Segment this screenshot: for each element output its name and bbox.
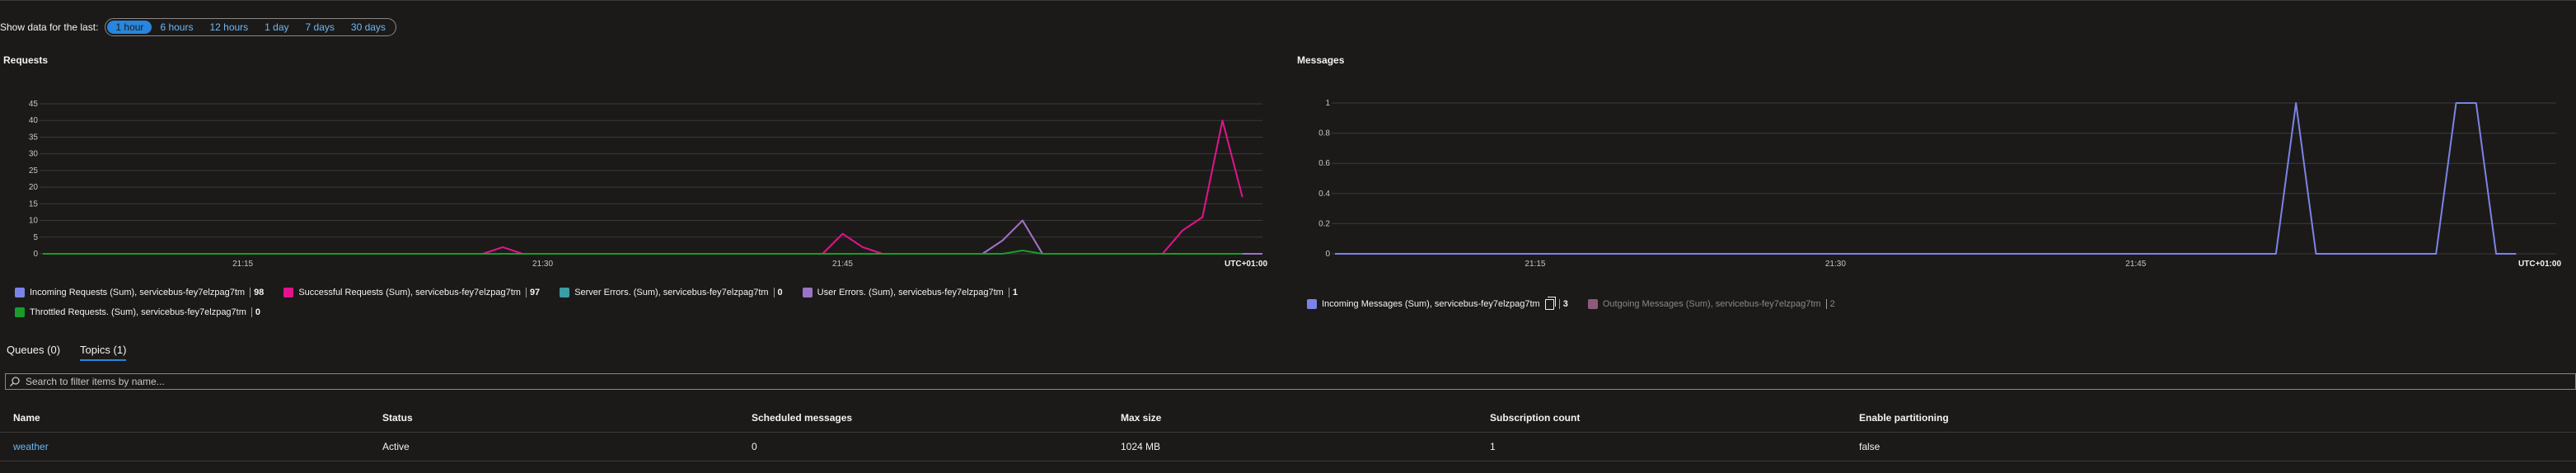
column-header-name[interactable]: Name [0,412,369,424]
legend-swatch [1307,299,1317,309]
topics-table: Name Status Scheduled messages Max size … [0,404,2576,461]
legend-incoming-requests[interactable]: Incoming Requests (Sum), servicebus-fey7… [15,283,264,302]
legend-label: Incoming Messages (Sum), servicebus-fey7… [1322,299,1540,309]
search-icon [10,377,20,386]
y-tick-label: 10 [29,217,39,226]
y-tick-label: 25 [29,166,39,176]
x-tick-label: 21:30 [532,260,553,269]
time-range-1-hour[interactable]: 1 hour [107,21,152,34]
legend-swatch [15,288,25,297]
cell-status: Active [382,441,410,452]
copy-icon[interactable] [1544,296,1556,310]
legend-label: Incoming Requests (Sum), servicebus-fey7… [30,288,246,297]
time-range-1-day[interactable]: 1 day [256,21,297,34]
cell-enable-partitioning: false [1859,441,1880,452]
legend-separator [1825,299,1827,309]
legend-server-errors[interactable]: Server Errors. (Sum), servicebus-fey7elz… [560,283,783,302]
legend-value: 3 [1562,299,1568,309]
tab-topics[interactable]: Topics (1) [80,340,127,361]
y-tick-label: 20 [29,183,39,192]
x-tick-label: 21:45 [2125,260,2146,269]
timezone-label: UTC+01:00 [1225,260,1267,269]
legend-value: 0 [255,307,261,317]
column-header-status[interactable]: Status [369,412,738,424]
time-range-6-hours[interactable]: 6 hours [152,21,201,34]
y-tick-label: 0.2 [1318,219,1330,228]
cell-subscription-count: 1 [1490,441,1496,452]
column-header-enable-partitioning[interactable]: Enable partitioning [1846,412,2164,424]
time-range-30-days[interactable]: 30 days [343,21,394,34]
legend-swatch [15,307,25,317]
time-range-label: Show data for the last: [0,21,99,33]
messages-chart-title: Messages [1297,54,1345,66]
search-box [5,373,2576,390]
legend-value: 98 [254,288,265,297]
y-tick-label: 15 [29,199,39,208]
table-row: weather Active 0 1024 MB 1 false [0,433,2576,461]
legend-separator [525,288,527,297]
legend-label: Server Errors. (Sum), servicebus-fey7elz… [574,288,769,297]
y-tick-label: 1 [1325,99,1330,108]
topic-link[interactable]: weather [13,441,49,452]
legend-incoming-messages[interactable]: Incoming Messages (Sum), servicebus-fey7… [1307,294,1568,314]
legend-value: 97 [529,288,541,297]
time-range-7-days[interactable]: 7 days [297,21,343,34]
messages-chart[interactable]: 0 0.2 0.4 0.6 0.8 1 21:15 21:30 21:45 UTC+01:00 [1294,74,2563,272]
column-header-scheduled-messages[interactable]: Scheduled messages [738,412,1108,424]
legend-label: User Errors. (Sum), servicebus-fey7elzpa… [817,288,1004,297]
x-tick-label: 21:30 [1825,260,1846,269]
legend-successful-requests[interactable]: Successful Requests (Sum), servicebus-fe… [283,283,540,302]
entity-tabs: Queues (0) Topics (1) [7,340,146,361]
cell-max-size: 1024 MB [1121,441,1161,452]
legend-swatch [802,288,813,297]
y-tick-label: 45 [29,100,39,109]
legend-user-errors[interactable]: User Errors. (Sum), servicebus-fey7elzpa… [802,283,1018,302]
cell-name: weather [0,441,369,452]
y-tick-label: 0.8 [1318,129,1330,138]
x-tick-label: 21:15 [1525,260,1545,269]
legend-label: Successful Requests (Sum), servicebus-fe… [298,288,521,297]
y-tick-label: 40 [29,116,39,125]
legend-swatch [560,288,570,297]
y-tick-label: 0 [33,250,38,259]
time-range-selector: Show data for the last: 1 hour 6 hours 1… [0,18,396,36]
legend-outgoing-messages[interactable]: Outgoing Messages (Sum), servicebus-fey7… [1587,294,1835,314]
y-tick-label: 5 [33,233,38,242]
requests-chart-title: Requests [3,54,49,66]
legend-swatch [1587,299,1598,309]
messages-legend: Incoming Messages (Sum), servicebus-fey7… [1307,294,2543,314]
legend-separator [251,307,252,317]
tab-queues[interactable]: Queues (0) [7,340,60,361]
y-tick-label: 0 [1325,250,1330,259]
y-tick-label: 30 [29,150,39,159]
series-line [43,250,1243,255]
legend-label: Outgoing Messages (Sum), servicebus-fey7… [1602,299,1821,309]
time-range-pills: 1 hour 6 hours 12 hours 1 day 7 days 30 … [105,18,396,36]
y-tick-label: 35 [29,133,39,142]
legend-separator [773,288,775,297]
legend-value: 0 [777,288,783,297]
legend-label: Throttled Requests. (Sum), servicebus-fe… [30,307,246,317]
table-header-row: Name Status Scheduled messages Max size … [0,404,2576,433]
time-range-12-hours[interactable]: 12 hours [201,21,256,34]
legend-value: 1 [1012,288,1018,297]
column-header-max-size[interactable]: Max size [1108,412,1477,424]
legend-separator [250,288,251,297]
series-line [1335,102,2517,255]
y-tick-label: 0.4 [1318,190,1330,199]
cell-scheduled-messages: 0 [752,441,757,452]
y-tick-label: 0.6 [1318,159,1330,168]
legend-throttled-requests[interactable]: Throttled Requests. (Sum), servicebus-fe… [15,302,260,322]
legend-value: 2 [1829,299,1835,309]
timezone-label: UTC+01:00 [2518,260,2561,269]
column-header-subscription-count[interactable]: Subscription count [1477,412,1846,424]
legend-swatch [283,288,294,297]
search-input[interactable] [24,375,2575,388]
legend-separator [1558,299,1560,309]
requests-chart[interactable]: 0 5 10 15 20 25 30 35 40 45 21:15 21:30 21:45 UTC+01:… [0,74,1269,272]
top-divider [0,0,2576,1]
x-tick-label: 21:15 [232,260,253,269]
x-tick-label: 21:45 [832,260,853,269]
requests-legend: Incoming Requests (Sum), servicebus-fey7… [15,283,1251,322]
